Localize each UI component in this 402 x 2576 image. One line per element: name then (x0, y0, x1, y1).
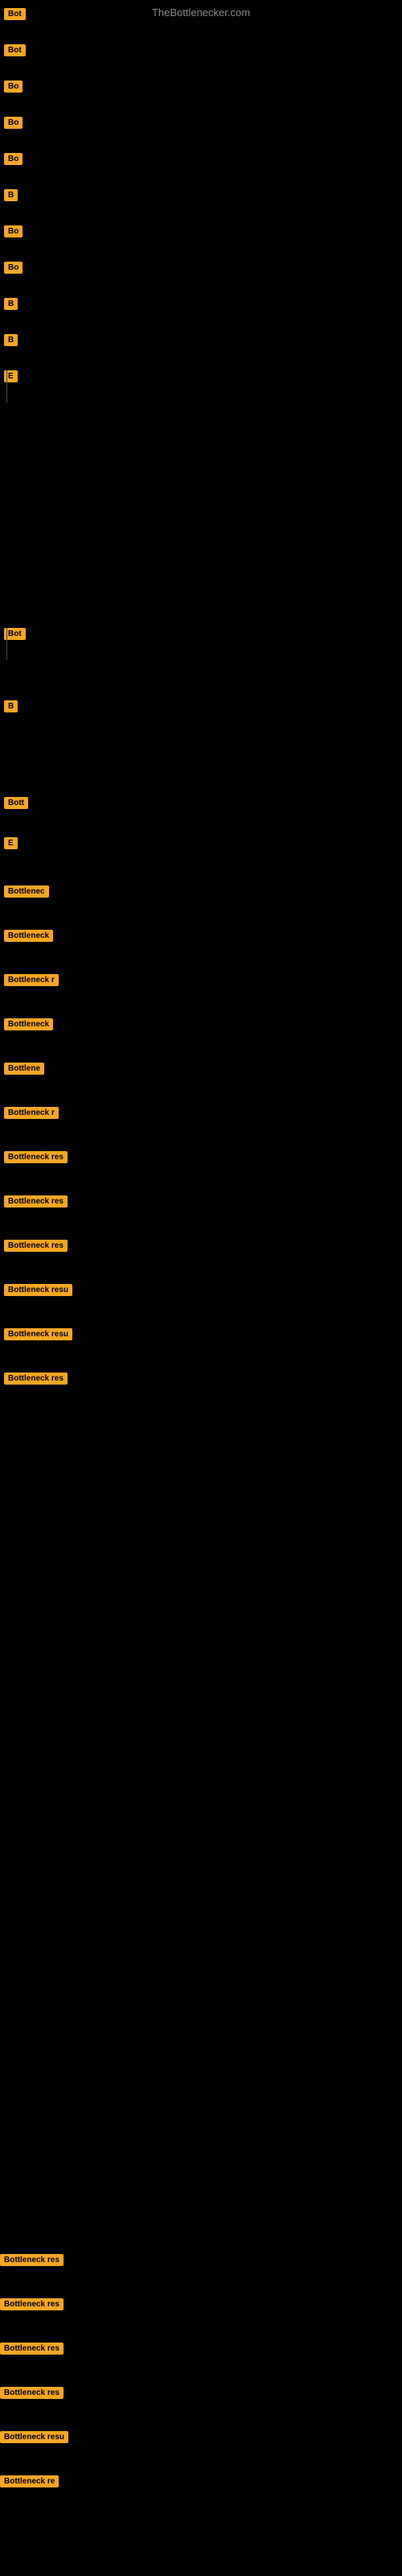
badge-16[interactable]: Bottlenec (4, 886, 49, 898)
badge-6[interactable]: B (4, 189, 18, 201)
badge-20[interactable]: Bottlene (4, 1063, 44, 1075)
badge-2[interactable]: Bot (4, 44, 26, 56)
badge-4[interactable]: Bo (4, 117, 23, 129)
badge-32[interactable]: Bottleneck resu (0, 2431, 68, 2443)
badge-7[interactable]: Bo (4, 225, 23, 237)
badge-26[interactable]: Bottleneck resu (4, 1328, 72, 1340)
site-title: TheBottlenecker.com (152, 6, 250, 19)
badge-19[interactable]: Bottleneck (4, 1018, 53, 1030)
badge-30[interactable]: Bottleneck res (0, 2343, 64, 2355)
badge-14[interactable]: Bott (4, 797, 28, 809)
badge-5[interactable]: Bo (4, 153, 23, 165)
badge-33[interactable]: Bottleneck re (0, 2475, 59, 2487)
badge-27[interactable]: Bottleneck res (4, 1373, 68, 1385)
badge-22[interactable]: Bottleneck res (4, 1151, 68, 1163)
line-2 (6, 628, 7, 660)
badge-17[interactable]: Bottleneck (4, 930, 53, 942)
badge-18[interactable]: Bottleneck r (4, 974, 59, 986)
badge-3[interactable]: Bo (4, 80, 23, 93)
badge-12[interactable]: Bot (4, 628, 26, 640)
badge-21[interactable]: Bottleneck r (4, 1107, 59, 1119)
badge-28[interactable]: Bottleneck res (0, 2254, 64, 2266)
badge-24[interactable]: Bottleneck res (4, 1240, 68, 1252)
badge-9[interactable]: B (4, 298, 18, 310)
badge-31[interactable]: Bottleneck res (0, 2387, 64, 2399)
badge-1[interactable]: Bot (4, 8, 26, 20)
line-1 (6, 370, 7, 402)
badge-23[interactable]: Bottleneck res (4, 1195, 68, 1208)
badge-10[interactable]: B (4, 334, 18, 346)
badge-25[interactable]: Bottleneck resu (4, 1284, 72, 1296)
badge-29[interactable]: Bottleneck res (0, 2298, 64, 2310)
badge-13[interactable]: B (4, 700, 18, 712)
badge-15[interactable]: E (4, 837, 18, 849)
badge-8[interactable]: Bo (4, 262, 23, 274)
